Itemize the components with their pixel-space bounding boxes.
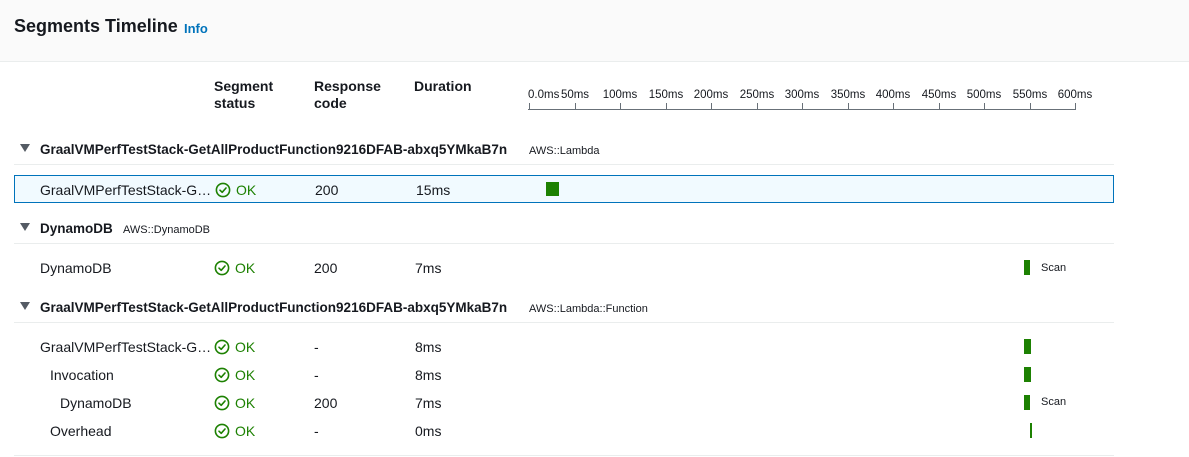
timeline-bar[interactable]	[1024, 367, 1031, 382]
segment-row[interactable]: Invocation OK - 8ms	[14, 361, 1114, 389]
collapse-caret-icon[interactable]	[20, 302, 30, 310]
panel-title: Segments Timeline	[14, 16, 178, 36]
check-circle-icon	[214, 339, 230, 355]
divider	[14, 322, 1114, 323]
column-header-segment-status[interactable]: Segment status	[214, 78, 273, 112]
axis-tick	[575, 103, 576, 110]
panel-header: Segments Timeline Info	[0, 0, 1189, 62]
axis-tick-label: 600ms	[1057, 89, 1093, 101]
group-type: AWS::Lambda::Function	[529, 303, 648, 315]
timeline-bar[interactable]	[546, 182, 559, 196]
timeline-bar[interactable]	[1024, 339, 1031, 354]
check-circle-icon	[214, 260, 230, 276]
response-code: 200	[314, 260, 338, 276]
group-type: AWS::DynamoDB	[123, 224, 211, 236]
axis-tick-label: 400ms	[875, 89, 911, 101]
axis-tick-label: 100ms	[602, 89, 638, 101]
segment-row[interactable]: GraalVMPerfTestStack-GetAllProductFuncti…	[14, 333, 1114, 361]
axis-tick-label: 450ms	[921, 89, 957, 101]
axis-tick	[666, 103, 667, 110]
axis-tick	[939, 103, 940, 110]
segment-row[interactable]: DynamoDB OK 200 7ms Scan	[14, 254, 1114, 282]
axis-tick-label: 300ms	[784, 89, 820, 101]
group-header[interactable]: DynamoDB AWS::DynamoDB	[14, 216, 1114, 242]
divider	[14, 243, 1114, 244]
divider	[14, 455, 1114, 456]
segment-duration: 7ms	[415, 260, 442, 276]
group-type: AWS::Lambda	[529, 145, 600, 157]
axis-tick-label: 150ms	[648, 89, 684, 101]
check-circle-icon	[215, 182, 231, 198]
segment-status: OK	[215, 182, 256, 198]
response-code: -	[314, 423, 319, 439]
bar-label: Scan	[1041, 396, 1067, 408]
group-name: GraalVMPerfTestStack-GetAllProductFuncti…	[40, 300, 508, 315]
segment-status: OK	[214, 367, 255, 383]
segment-duration: 0ms	[415, 423, 442, 439]
segment-name: DynamoDB	[60, 395, 132, 411]
axis-tick-label: 500ms	[966, 89, 1002, 101]
bar-label: Scan	[1041, 262, 1067, 274]
axis-tick-label: 550ms	[1012, 89, 1048, 101]
segment-duration: 8ms	[415, 367, 442, 383]
check-circle-icon	[214, 395, 230, 411]
segment-name: GraalVMPerfTestStack-GetAllProductFuncti…	[40, 182, 212, 198]
axis-tick	[1075, 103, 1076, 110]
group-header[interactable]: GraalVMPerfTestStack-GetAllProductFuncti…	[14, 295, 1114, 321]
segment-duration: 15ms	[416, 182, 451, 198]
axis-tick	[529, 103, 530, 110]
segment-duration: 7ms	[415, 395, 442, 411]
segment-row[interactable]: GraalVMPerfTestStack-GetAllProductFuncti…	[14, 175, 1114, 203]
segment-status: OK	[214, 260, 255, 276]
segment-name: DynamoDB	[40, 260, 112, 276]
axis-tick-label: 50ms	[560, 89, 590, 101]
axis-tick	[802, 103, 803, 110]
response-code: -	[314, 367, 319, 383]
segment-row[interactable]: DynamoDB OK 200 7ms Scan	[14, 389, 1114, 417]
collapse-caret-icon[interactable]	[20, 144, 30, 152]
response-code: -	[314, 339, 319, 355]
axis-tick	[711, 103, 712, 110]
segment-name: Overhead	[50, 423, 112, 439]
timeline-bar[interactable]	[1024, 395, 1030, 410]
segment-row[interactable]: Overhead OK - 0ms	[14, 417, 1114, 445]
axis-tick	[984, 103, 985, 110]
response-code: 200	[315, 182, 339, 198]
axis-tick	[620, 103, 621, 110]
segment-status: OK	[214, 339, 255, 355]
axis-tick	[757, 103, 758, 110]
info-link[interactable]: Info	[184, 21, 208, 36]
response-code: 200	[314, 395, 338, 411]
axis-tick-label: 0.0ms	[528, 89, 560, 101]
column-header-duration[interactable]: Duration	[414, 78, 472, 95]
segment-name: Invocation	[50, 367, 114, 383]
timeline-bar[interactable]	[1024, 260, 1030, 275]
segment-status: OK	[214, 423, 255, 439]
column-header-response-code[interactable]: Response code	[314, 78, 381, 112]
axis-tick-label: 200ms	[693, 89, 729, 101]
timeline-bar[interactable]	[1030, 423, 1032, 438]
segment-duration: 8ms	[415, 339, 442, 355]
axis-tick	[1030, 103, 1031, 110]
axis-tick-label: 350ms	[830, 89, 866, 101]
group-name: DynamoDB	[40, 221, 113, 236]
axis-tick	[893, 103, 894, 110]
axis-tick	[848, 103, 849, 110]
collapse-caret-icon[interactable]	[20, 223, 30, 231]
group-name: GraalVMPerfTestStack-GetAllProductFuncti…	[40, 142, 508, 157]
axis-tick-label: 250ms	[739, 89, 775, 101]
check-circle-icon	[214, 423, 230, 439]
segment-name: GraalVMPerfTestStack-GetAllProductFuncti…	[40, 339, 212, 355]
timeline-axis: 0.0ms 50ms 100ms 150ms 200ms 250ms 300ms 350ms 4…	[528, 88, 1092, 112]
check-circle-icon	[214, 367, 230, 383]
group-header[interactable]: GraalVMPerfTestStack-GetAllProductFuncti…	[14, 137, 1114, 163]
divider	[14, 164, 1114, 165]
segment-status: OK	[214, 395, 255, 411]
